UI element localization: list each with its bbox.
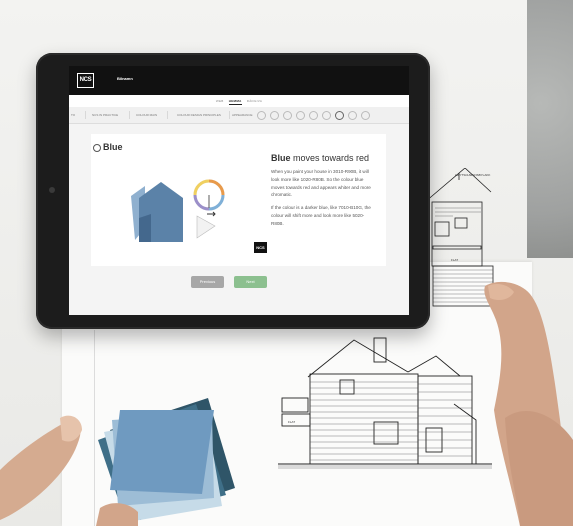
hands-layer (0, 281, 573, 526)
left-fingers (96, 503, 138, 526)
right-hand-lower (505, 410, 573, 526)
